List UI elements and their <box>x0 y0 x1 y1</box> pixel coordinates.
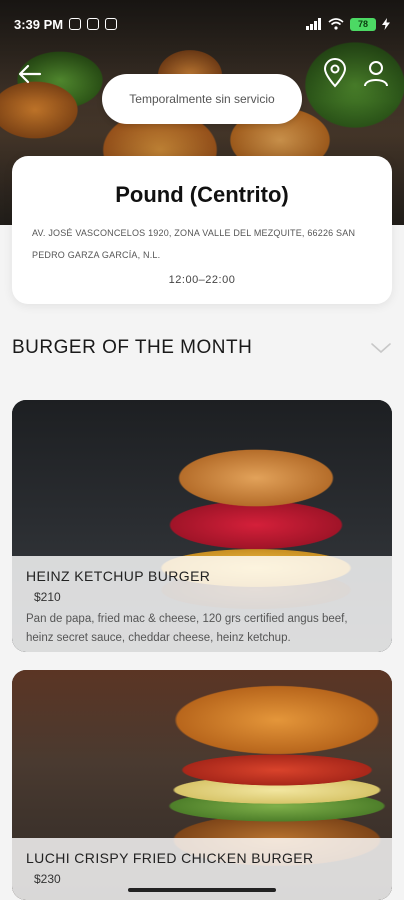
store-name: Pound (Centrito) <box>115 182 289 207</box>
back-arrow-icon[interactable] <box>16 60 44 88</box>
status-bar: 3:39 PM 78 <box>0 0 404 48</box>
map-pin-icon[interactable] <box>322 58 348 88</box>
charging-icon <box>382 18 390 30</box>
product-name: LUCHI CRISPY FRIED CHICKEN BURGER <box>26 850 314 866</box>
section-header[interactable]: BURGER OF THE MONTH <box>12 330 392 366</box>
mail-icon <box>87 18 100 30</box>
battery-indicator: 78 <box>350 17 376 31</box>
chevron-down-icon[interactable] <box>370 341 392 355</box>
home-indicator[interactable] <box>128 888 276 892</box>
store-info-card: Pound (Centrito) AV. JOSÉ VASCONCELOS 19… <box>12 156 392 304</box>
store-hours: 12:00–22:00 <box>168 274 236 286</box>
user-icon[interactable] <box>362 58 390 88</box>
product-card[interactable]: LUCHI CRISPY FRIED CHICKEN BURGER $230 <box>12 670 392 900</box>
product-price: $210 <box>34 590 61 604</box>
wifi-icon <box>328 18 344 30</box>
service-status-pill: Temporalmente sin servicio <box>102 74 302 124</box>
product-name: HEINZ KETCHUP BURGER <box>26 568 211 584</box>
product-price: $230 <box>34 872 61 886</box>
store-address: AV. JOSÉ VASCONCELOS 1920, ZONA VALLE DE… <box>32 228 356 260</box>
status-time: 3:39 PM <box>14 16 64 32</box>
product-description: Pan de papa, fried mac & cheese, 120 grs… <box>26 613 348 644</box>
section-title: BURGER OF THE MONTH <box>12 337 253 358</box>
linkedin-icon <box>105 18 118 30</box>
notification-icon <box>69 18 82 30</box>
product-card[interactable]: HEINZ KETCHUP BURGER $210 Pan de papa, f… <box>12 400 392 652</box>
signal-icon <box>306 18 321 30</box>
